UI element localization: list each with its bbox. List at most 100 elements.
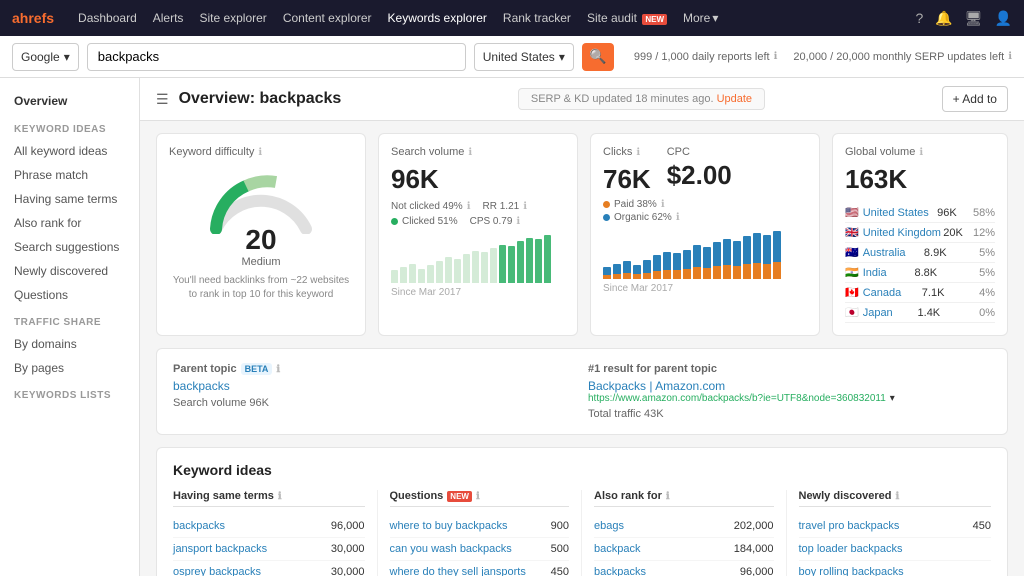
sv-bar <box>544 235 551 283</box>
paid-bar <box>633 274 641 279</box>
organic-info-icon[interactable]: ℹ <box>676 212 680 223</box>
user-icon[interactable]: 👤 <box>995 10 1012 27</box>
nav-site-audit[interactable]: Site audit NEW <box>587 11 667 25</box>
sidebar-item-phrase-match[interactable]: Phrase match <box>0 163 139 187</box>
nav-rank-tracker[interactable]: Rank tracker <box>503 11 571 25</box>
logo[interactable]: ahrefs <box>12 10 54 26</box>
sv-info-icon2[interactable]: ℹ <box>467 201 471 212</box>
ki-keyword[interactable]: ebags <box>594 520 624 532</box>
gv-value: 20K <box>943 227 963 239</box>
nav-dashboard[interactable]: Dashboard <box>78 11 137 25</box>
result-title[interactable]: Backpacks | Amazon.com <box>588 379 991 393</box>
organic-bar <box>633 265 641 274</box>
ki-keyword[interactable]: backpacks <box>594 566 646 576</box>
gv-percent: 12% <box>965 227 995 239</box>
ki-keyword[interactable]: where to buy backpacks <box>390 520 508 532</box>
sv-bar <box>400 267 407 283</box>
ki-row: backpack 184,000 <box>594 538 774 561</box>
gv-country-link[interactable]: 🇦🇺 Australia <box>845 246 906 259</box>
ki-row: jansport backpacks 30,000 <box>173 538 365 561</box>
ki-keyword[interactable]: osprey backpacks <box>173 566 261 576</box>
paid-bar <box>763 264 771 279</box>
parent-search-volume: Search volume 96K <box>173 397 576 409</box>
keyword-ideas-section: Keyword ideas Having same termsℹ backpac… <box>156 447 1008 576</box>
paid-bar <box>693 267 701 279</box>
ki-keyword[interactable]: travel pro backpacks <box>799 520 900 532</box>
parent-keyword[interactable]: backpacks <box>173 379 576 393</box>
paid-info-icon[interactable]: ℹ <box>661 199 665 210</box>
ki-keyword[interactable]: where do they sell jansports <box>390 566 526 576</box>
result-label: #1 result for parent topic <box>588 363 991 375</box>
ki-value: 450 <box>973 520 991 532</box>
sidebar-item-all-keyword-ideas[interactable]: All keyword ideas <box>0 139 139 163</box>
ki-keyword[interactable]: boy rolling backpacks <box>799 566 904 576</box>
ki-keyword[interactable]: top loader backpacks <box>799 543 903 555</box>
sidebar-item-having-same-terms[interactable]: Having same terms <box>0 187 139 211</box>
update-link[interactable]: Update <box>717 93 752 105</box>
paid-bar <box>733 266 741 279</box>
result-url[interactable]: https://www.amazon.com/backpacks/b?ie=UT… <box>588 393 991 404</box>
kd-info-icon[interactable]: ℹ <box>258 147 262 158</box>
monitor-icon[interactable]: 🖥 <box>965 10 983 27</box>
search-button[interactable]: 🔍 <box>582 43 614 71</box>
sidebar-item-by-domains[interactable]: By domains <box>0 332 139 356</box>
sv-bar <box>454 259 461 283</box>
nav-site-explorer[interactable]: Site explorer <box>199 11 266 25</box>
ki-row: ebags 202,000 <box>594 515 774 538</box>
gv-country-link[interactable]: 🇯🇵 Japan <box>845 306 893 319</box>
ki-keyword[interactable]: can you wash backpacks <box>390 543 512 555</box>
cpc-label: CPC <box>667 146 732 158</box>
organic-bar <box>693 245 701 267</box>
parent-info-icon[interactable]: ℹ <box>276 364 280 375</box>
menu-icon[interactable]: ☰ <box>156 91 169 108</box>
gv-country-link[interactable]: 🇮🇳 India <box>845 266 887 279</box>
ki-keyword[interactable]: jansport backpacks <box>173 543 267 555</box>
gv-country-link[interactable]: 🇺🇸 United States <box>845 206 929 219</box>
search-engine-select[interactable]: Google ▾ <box>12 43 79 71</box>
flag-icon: 🇺🇸 <box>845 206 859 219</box>
ki-col-info-icon[interactable]: ℹ <box>278 491 282 502</box>
paid-bar <box>773 262 781 279</box>
ki-row: where do they sell jansports 450 <box>390 561 570 576</box>
gv-country-link[interactable]: 🇨🇦 Canada <box>845 286 901 299</box>
clicks-info-icon[interactable]: ℹ <box>636 147 640 158</box>
ki-row: osprey backpacks 30,000 <box>173 561 365 576</box>
nav-alerts[interactable]: Alerts <box>153 11 184 25</box>
sidebar-item-also-rank-for[interactable]: Also rank for <box>0 211 139 235</box>
ki-col-info-icon[interactable]: ℹ <box>666 491 670 502</box>
country-name: Canada <box>863 287 902 299</box>
ki-value: 202,000 <box>734 520 774 532</box>
organic-bar <box>603 267 611 275</box>
sidebar-item-by-pages[interactable]: By pages <box>0 356 139 380</box>
gv-info-icon[interactable]: ℹ <box>919 147 923 158</box>
ki-col-header: QuestionsNEWℹ <box>390 490 570 507</box>
ki-col-info-icon[interactable]: ℹ <box>895 491 899 502</box>
ki-col-info-icon[interactable]: ℹ <box>476 491 480 502</box>
nav-more[interactable]: More ▾ <box>683 11 718 25</box>
gv-value: 96K <box>937 207 957 219</box>
nav-keywords-explorer[interactable]: Keywords explorer <box>388 11 487 25</box>
sidebar-item-search-suggestions[interactable]: Search suggestions <box>0 235 139 259</box>
sv-info-icon[interactable]: ℹ <box>468 147 472 158</box>
gv-country-link[interactable]: 🇬🇧 United Kingdom <box>845 226 941 239</box>
clicks-header-row: Clicks ℹ 76K CPC $2.00 <box>603 146 807 195</box>
sv-cps-info-icon[interactable]: ℹ <box>516 216 520 227</box>
sv-rr-info-icon[interactable]: ℹ <box>523 201 527 212</box>
ki-keyword[interactable]: backpacks <box>173 520 225 532</box>
nav-content-explorer[interactable]: Content explorer <box>283 11 372 25</box>
sidebar-item-questions[interactable]: Questions <box>0 283 139 307</box>
country-name: United States <box>863 207 929 219</box>
paid-bar <box>643 273 651 279</box>
ki-keyword[interactable]: backpack <box>594 543 640 555</box>
kd-title: Keyword difficulty ℹ <box>169 146 353 158</box>
search-input[interactable] <box>87 43 466 71</box>
sidebar-item-overview[interactable]: Overview <box>0 88 139 114</box>
sidebar-item-newly-discovered[interactable]: Newly discovered <box>0 259 139 283</box>
quota-info: 999 / 1,000 daily reports left ℹ 20,000 … <box>634 51 1012 63</box>
add-to-button[interactable]: + Add to <box>942 86 1008 112</box>
clicks-bar-group <box>713 242 721 279</box>
notifications-icon[interactable]: 🔔 <box>935 10 952 27</box>
gv-country-row: 🇮🇳 India 8.8K 5% <box>845 263 995 283</box>
help-icon[interactable]: ? <box>916 10 924 26</box>
country-select[interactable]: United States ▾ <box>474 43 574 71</box>
